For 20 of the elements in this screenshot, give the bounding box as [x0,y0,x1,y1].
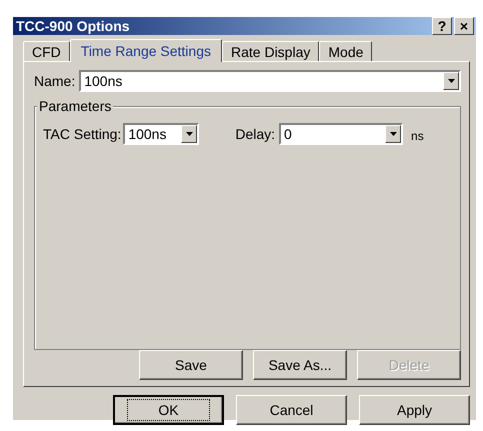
tab[interactable]: Rate Display [222,41,320,61]
help-button[interactable]: ? [432,17,452,35]
close-button[interactable]: × [454,17,474,35]
tab[interactable]: CFD [23,41,70,61]
name-dropdown[interactable]: 100ns [79,70,461,92]
dialog-button[interactable]: OK [113,395,224,425]
tab[interactable]: Mode [319,41,372,61]
tac-setting-dropdown[interactable]: 100ns [123,123,200,145]
tac-setting-label: TAC Setting: [43,126,122,142]
delay-label: Delay: [235,126,276,142]
name-label: Name: [34,73,76,89]
unit-label: ns [411,129,424,143]
dialog-button[interactable]: Cancel [236,395,347,425]
panel-button[interactable]: Save [139,350,243,380]
window-title: TCC-900 Options [16,18,131,34]
group-title: Parameters [37,98,114,114]
panel-button[interactable]: Save As... [253,350,347,380]
delay-dropdown[interactable]: 0 [279,123,404,145]
tab[interactable]: Time Range Settings [70,39,222,62]
dialog-button[interactable]: Apply [359,395,470,425]
